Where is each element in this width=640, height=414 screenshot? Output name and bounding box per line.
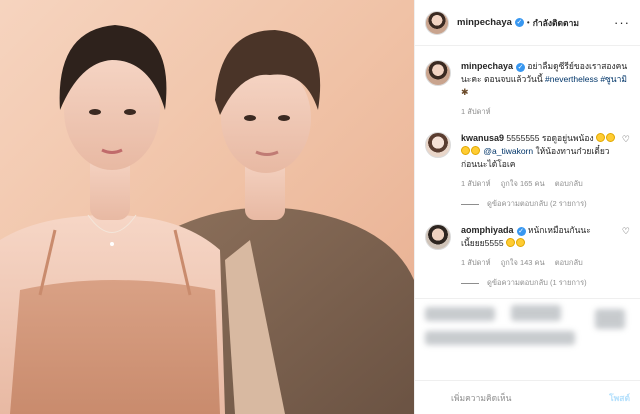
comment-item: kwanusa9 5555555 รอดูอยู่นพน้อง @a_tiwak… bbox=[425, 132, 630, 190]
comment-text: 5555555 รอดูอยู่นพน้อง bbox=[506, 133, 594, 143]
caption-time[interactable]: 1 สัปดาห์ bbox=[461, 107, 491, 116]
caption: minpechaya ✓ อย่าลืมดูซีรีย์ของเราสองคนนะ… bbox=[425, 60, 630, 118]
comment-input[interactable]: เพิ่มความคิดเห็น bbox=[451, 391, 609, 405]
heart-icon[interactable]: ♡ bbox=[622, 226, 630, 269]
replies-divider-line bbox=[461, 203, 479, 205]
comments-scroll-area[interactable]: minpechaya ✓ อย่าลืมดูซีรีย์ของเราสองคนนะ… bbox=[415, 46, 640, 338]
caption-author-avatar[interactable] bbox=[425, 60, 451, 86]
author-username[interactable]: minpechaya bbox=[457, 17, 512, 28]
heart-icon[interactable]: ♡ bbox=[622, 134, 630, 190]
view-replies-label: ดูข้อความตอบกลับ (1 รายการ) bbox=[487, 278, 587, 287]
commenter-username[interactable]: kwanusa9 bbox=[461, 133, 504, 143]
commenter-avatar[interactable] bbox=[425, 224, 451, 250]
post-photo-illustration bbox=[0, 0, 414, 414]
reply-button[interactable]: ตอบกลับ bbox=[555, 258, 583, 267]
comment-time[interactable]: 1 สัปดาห์ bbox=[461, 179, 491, 188]
post-side-panel: minpechaya ✓ • กำลังติดตาม ··· minpechay… bbox=[414, 0, 640, 414]
comment-time[interactable]: 1 สัปดาห์ bbox=[461, 258, 491, 267]
reply-button[interactable]: ตอบกลับ bbox=[555, 179, 583, 188]
butterfly-emoji-icon: ✱ bbox=[461, 87, 469, 97]
blurred-region bbox=[511, 305, 561, 321]
laughing-emoji-icon bbox=[596, 133, 605, 142]
post-header: minpechaya ✓ • กำลังติดตาม ··· bbox=[415, 0, 640, 46]
replies-divider-line bbox=[461, 282, 479, 284]
caption-username[interactable]: minpechaya bbox=[461, 61, 513, 71]
blurred-region bbox=[595, 309, 625, 329]
laughing-emoji-icon bbox=[606, 133, 615, 142]
comment-item: aomphiyada ✓ หน้กเหมือนกันนะเนี้ยยย5555 1… bbox=[425, 224, 630, 269]
view-replies-button[interactable]: ดูข้อความตอบกลับ (2 รายการ) bbox=[461, 198, 630, 210]
blurred-region bbox=[425, 307, 495, 321]
comment-likes[interactable]: ถูกใจ 143 คน bbox=[501, 258, 545, 267]
separator-dot: • bbox=[526, 18, 530, 27]
laughing-emoji-icon bbox=[461, 146, 470, 155]
caption-hashtags[interactable]: #nevertheless #ซูนามิ bbox=[545, 74, 627, 84]
view-replies-label: ดูข้อความตอบกลับ (2 รายการ) bbox=[487, 199, 587, 208]
laughing-emoji-icon bbox=[505, 238, 515, 247]
commenter-username[interactable]: aomphiyada bbox=[461, 225, 514, 235]
author-avatar[interactable] bbox=[425, 10, 449, 35]
post-photo[interactable] bbox=[0, 0, 414, 414]
more-options-icon[interactable]: ··· bbox=[614, 16, 630, 29]
following-button[interactable]: กำลังติดตาม bbox=[533, 16, 579, 30]
view-replies-button[interactable]: ดูข้อความตอบกลับ (1 รายการ) bbox=[461, 277, 630, 289]
laughing-emoji-icon bbox=[515, 238, 525, 247]
blurred-actions-area bbox=[415, 298, 640, 360]
post-comment-button[interactable]: โพสต์ bbox=[609, 391, 630, 405]
comment-likes[interactable]: ถูกใจ 165 คน bbox=[501, 179, 545, 188]
comment-composer: เพิ่มความคิดเห็น โพสต์ bbox=[415, 380, 640, 414]
verified-badge-icon: ✓ bbox=[516, 63, 526, 72]
comment-mention[interactable]: @a_tiwakorn bbox=[483, 146, 533, 156]
verified-badge-icon: ✓ bbox=[514, 18, 524, 27]
verified-badge-icon: ✓ bbox=[516, 227, 526, 236]
laughing-emoji-icon bbox=[471, 146, 480, 155]
blurred-region bbox=[425, 331, 575, 345]
commenter-avatar[interactable] bbox=[425, 132, 451, 158]
